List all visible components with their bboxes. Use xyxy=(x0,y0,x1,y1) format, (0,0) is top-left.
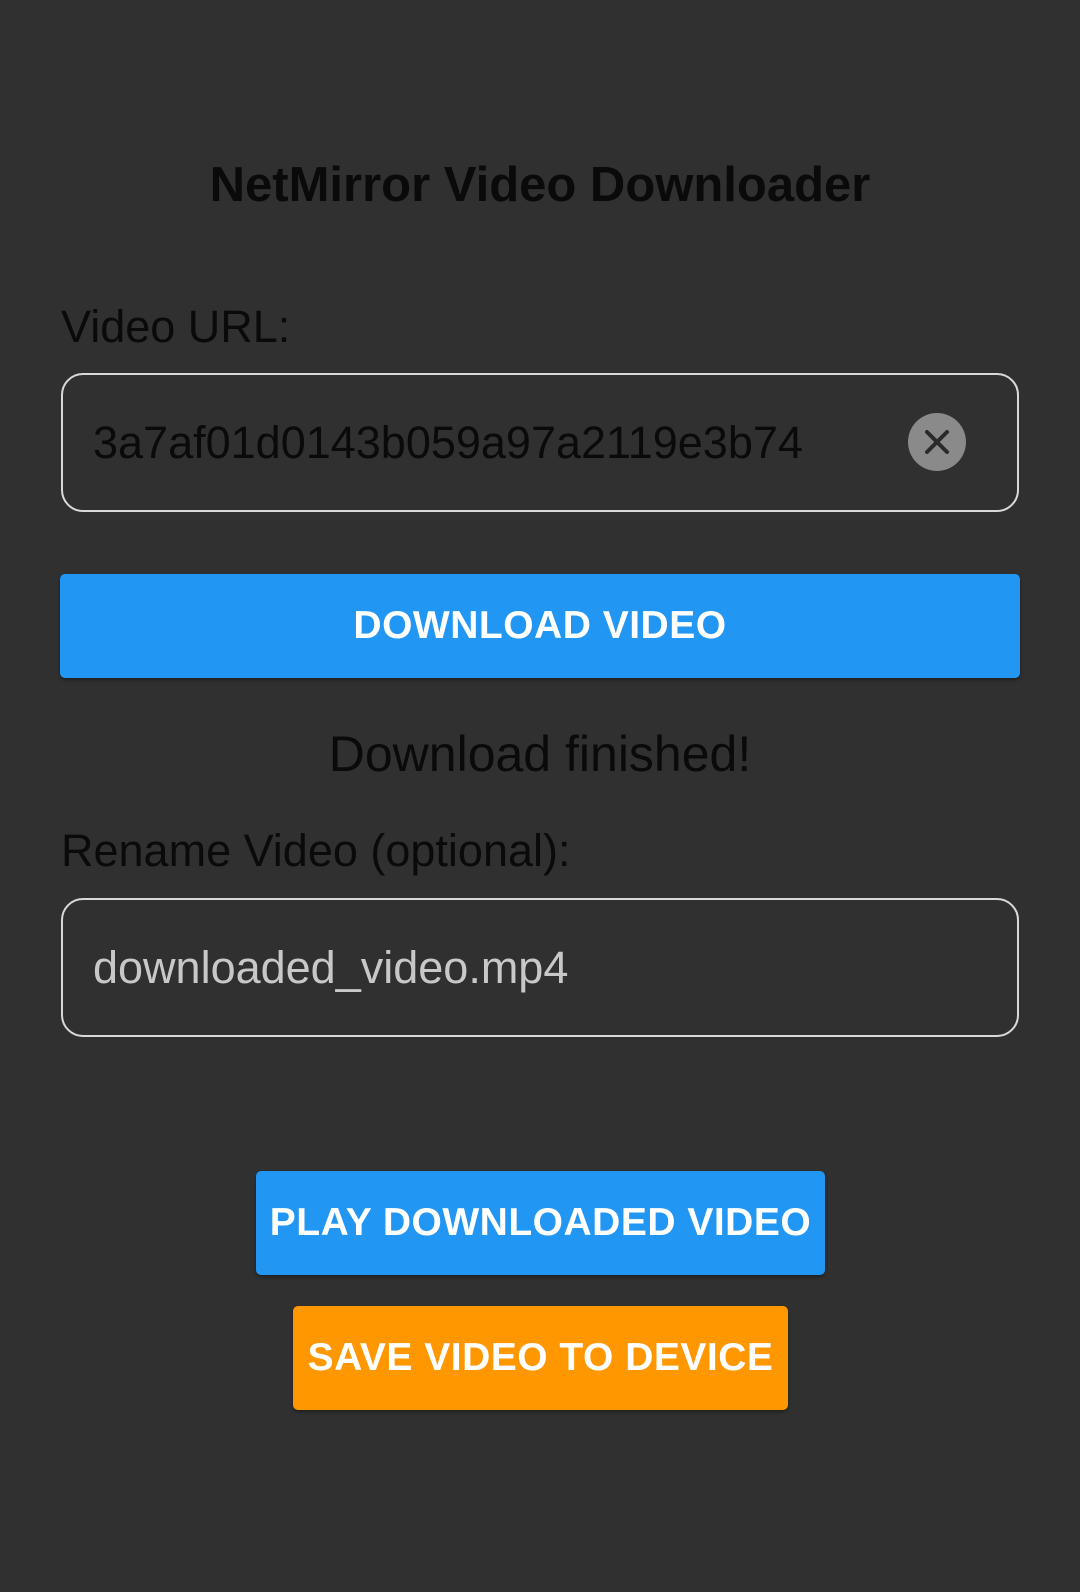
rename-video-label: Rename Video (optional): xyxy=(61,825,571,876)
rename-video-value[interactable]: downloaded_video.mp4 xyxy=(93,900,973,1035)
clear-url-button[interactable] xyxy=(908,413,966,471)
play-downloaded-video-button[interactable]: PLAY DOWNLOADED VIDEO xyxy=(256,1171,825,1275)
video-url-value[interactable]: 3a7af01d0143b059a97a2119e3b74 xyxy=(93,375,913,510)
page-title: NetMirror Video Downloader xyxy=(209,158,871,212)
save-video-to-device-button[interactable]: SAVE VIDEO TO DEVICE xyxy=(293,1306,788,1410)
video-url-input[interactable]: 3a7af01d0143b059a97a2119e3b74 xyxy=(61,373,1019,512)
status-message: Download finished! xyxy=(328,726,752,782)
download-video-button[interactable]: DOWNLOAD VIDEO xyxy=(60,574,1020,678)
rename-video-input[interactable]: downloaded_video.mp4 xyxy=(61,898,1019,1037)
video-url-label: Video URL: xyxy=(61,301,291,352)
close-icon xyxy=(925,430,949,454)
